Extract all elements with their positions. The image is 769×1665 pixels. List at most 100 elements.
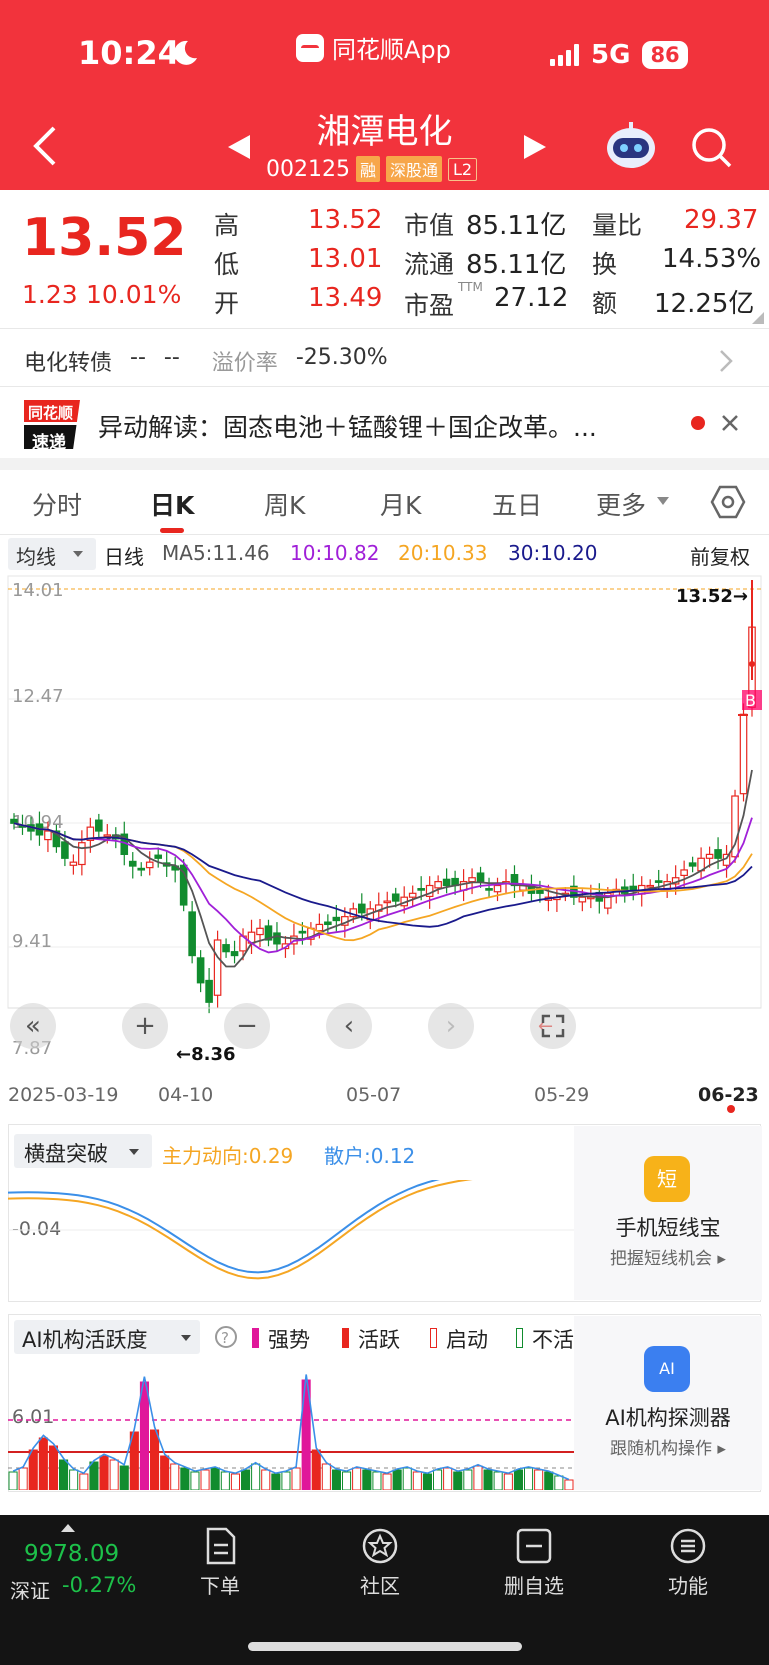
signal-dot bbox=[749, 661, 755, 667]
tab-daily-k[interactable]: 日K bbox=[150, 486, 194, 522]
candle-down bbox=[485, 888, 493, 891]
ai-detector-promo[interactable]: AI AI机构探测器 跟随机构操作 ▸ bbox=[574, 1316, 762, 1490]
short-line-promo[interactable]: 短 手机短线宝 把握短线机会 ▸ bbox=[574, 1126, 762, 1300]
ai-bar-start bbox=[109, 1459, 119, 1490]
ai-bar-weak bbox=[89, 1461, 99, 1490]
pe-ttm-sup: TTM bbox=[458, 280, 483, 294]
short-line-icon: 短 bbox=[644, 1156, 690, 1202]
mktcap-value: 85.11亿 bbox=[466, 211, 567, 241]
x-label-1: 04-10 bbox=[158, 1084, 214, 1106]
chevron-right-icon[interactable] bbox=[718, 348, 734, 374]
high-value: 13.52 bbox=[308, 205, 383, 235]
tab-intraday[interactable]: 分时 bbox=[32, 486, 82, 522]
chart-settings-icon[interactable] bbox=[710, 484, 746, 520]
nav-remove-watchlist[interactable]: 删自选 bbox=[494, 1527, 574, 1599]
next-stock-icon[interactable] bbox=[522, 133, 548, 161]
nav-order[interactable]: 下单 bbox=[180, 1527, 260, 1599]
tab-more[interactable]: 更多 bbox=[596, 486, 646, 522]
unread-dot-icon bbox=[691, 416, 705, 430]
candle-down bbox=[95, 819, 103, 832]
adjust-mode[interactable]: 前复权 bbox=[690, 541, 750, 570]
ai-bar-weak bbox=[544, 1471, 554, 1490]
ai-bar-start bbox=[261, 1469, 271, 1490]
ai-bar-weak bbox=[119, 1465, 129, 1490]
ai-bar-inactive bbox=[190, 1471, 200, 1490]
zoom-out-button[interactable]: − bbox=[224, 1003, 270, 1049]
scroll-left-button[interactable]: ‹ bbox=[326, 1003, 372, 1049]
tag-l2: L2 bbox=[448, 157, 478, 181]
close-icon[interactable] bbox=[720, 413, 740, 433]
ai-bar-start bbox=[230, 1473, 240, 1490]
tab-five-day[interactable]: 五日 bbox=[492, 486, 542, 522]
convertible-label: 电化转债 bbox=[24, 351, 113, 376]
ai-bar-active bbox=[150, 1429, 160, 1490]
battery-indicator: 86 bbox=[642, 41, 688, 69]
ai-bar-inactive bbox=[402, 1467, 412, 1490]
news-logo-bottom: 速递 bbox=[32, 433, 66, 453]
status-time: 10:24 bbox=[78, 34, 180, 72]
ai-bar-strong bbox=[139, 1381, 149, 1490]
index-name: 深证 bbox=[10, 1579, 50, 1603]
candle-down bbox=[654, 880, 663, 883]
fullscreen-button[interactable] bbox=[530, 1003, 576, 1049]
candle-down bbox=[10, 818, 18, 824]
candle-down bbox=[137, 867, 146, 871]
tag-margin: 融 bbox=[355, 156, 380, 182]
index-value[interactable]: 9978.09 bbox=[24, 1541, 119, 1567]
header: 10:24 同花顺App 5G 86 湘潭电化 002125 融 深股通 L2 bbox=[0, 0, 769, 190]
float-value: 85.11亿 bbox=[466, 250, 567, 280]
panel2-chart bbox=[8, 1374, 574, 1490]
divider bbox=[0, 328, 769, 329]
search-icon[interactable] bbox=[690, 126, 734, 170]
legend-start-swatch bbox=[430, 1328, 437, 1348]
legend-strong-swatch bbox=[252, 1328, 259, 1348]
zoom-in-button[interactable]: + bbox=[122, 1003, 168, 1049]
news-banner[interactable]: 同花顺 速递 异动解读：固态电池＋锰酸锂＋国企改革。... bbox=[0, 388, 769, 458]
signal-icon bbox=[550, 44, 579, 66]
candle-down bbox=[61, 841, 69, 859]
dropdown-caret-icon bbox=[129, 1149, 139, 1155]
kline-chart[interactable]: 14.01 12.47 10.94 9.41 7.87 13.52→ ←8.36… bbox=[0, 572, 769, 1072]
ai-bar-start bbox=[564, 1479, 574, 1490]
stock-code-row: 002125 融 深股通 L2 bbox=[266, 156, 478, 182]
ai-bar-active bbox=[28, 1449, 38, 1490]
candle-up bbox=[44, 830, 52, 841]
kline-frame bbox=[7, 575, 762, 1009]
ai-bar-inactive bbox=[69, 1469, 79, 1490]
zoom-out-far-button[interactable]: « bbox=[10, 1003, 56, 1049]
ai-bar-weak bbox=[453, 1471, 463, 1490]
ma10-label: 10:10.82 bbox=[290, 541, 380, 565]
main-force-line bbox=[8, 1180, 473, 1280]
expand-corner-icon[interactable] bbox=[752, 312, 764, 324]
ai-bar-start bbox=[443, 1467, 453, 1490]
amount-label: 额 bbox=[592, 289, 618, 318]
y-label-4: 9.41 bbox=[12, 931, 52, 952]
x-label-0: 2025-03-19 bbox=[8, 1084, 119, 1106]
tag-connect: 深股通 bbox=[386, 156, 443, 182]
dropdown-caret-icon bbox=[181, 1335, 191, 1341]
divider bbox=[0, 386, 769, 387]
tab-monthly-k[interactable]: 月K bbox=[380, 486, 421, 522]
ai-bar-inactive bbox=[342, 1471, 352, 1490]
candle-down bbox=[154, 854, 163, 859]
tab-weekly-k[interactable]: 周K bbox=[264, 486, 305, 522]
home-indicator bbox=[248, 1642, 522, 1651]
today-dot-icon bbox=[727, 1105, 735, 1113]
candle-down bbox=[357, 903, 366, 914]
legend-start: 启动 bbox=[446, 1328, 488, 1352]
candle-up bbox=[256, 927, 264, 936]
remove-watchlist-icon bbox=[516, 1528, 552, 1564]
index-change: -0.27% bbox=[62, 1573, 137, 1597]
ai-detector-title: AI机构探测器 bbox=[605, 1406, 731, 1430]
candle-up bbox=[78, 842, 86, 866]
convertible-row[interactable]: 电化转债 -- -- 溢价率 -25.30% bbox=[24, 345, 388, 377]
candle-up bbox=[493, 884, 502, 893]
scroll-right-button[interactable]: › bbox=[428, 1003, 474, 1049]
robot-assistant-icon[interactable] bbox=[604, 120, 658, 172]
help-icon[interactable]: ? bbox=[214, 1325, 238, 1349]
nav-community[interactable]: 社区 bbox=[340, 1527, 420, 1599]
ai-bars-group bbox=[8, 1379, 574, 1490]
low-price-marker: ←8.36 bbox=[176, 1044, 236, 1065]
ai-detector-subtitle: 跟随机构操作 ▸ bbox=[610, 1439, 726, 1459]
nav-functions[interactable]: 功能 bbox=[648, 1527, 728, 1599]
